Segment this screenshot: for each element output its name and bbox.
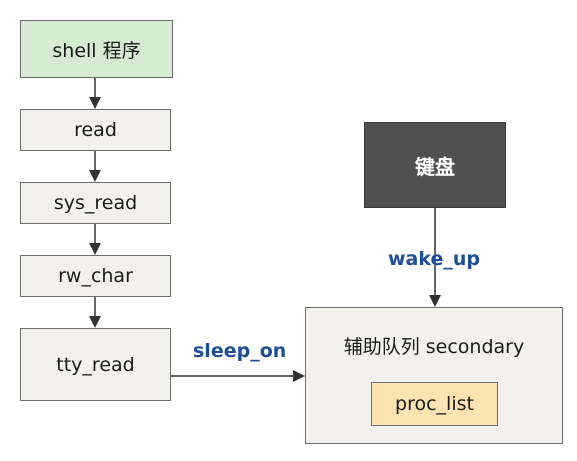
node-tty-read: tty_read [20, 328, 171, 401]
edge-label-wake-up: wake_up [388, 248, 481, 270]
node-sys-read: sys_read [20, 182, 171, 224]
node-shell-program: shell 程序 [20, 20, 173, 78]
node-proc-list: proc_list [371, 382, 498, 426]
edge-label-sleep-on: sleep_on [193, 340, 287, 362]
node-read: read [20, 109, 171, 151]
node-keyboard: 键盘 [364, 122, 506, 208]
node-rw-char: rw_char [20, 255, 171, 297]
secondary-queue-label: 辅助队列 secondary [343, 336, 525, 358]
